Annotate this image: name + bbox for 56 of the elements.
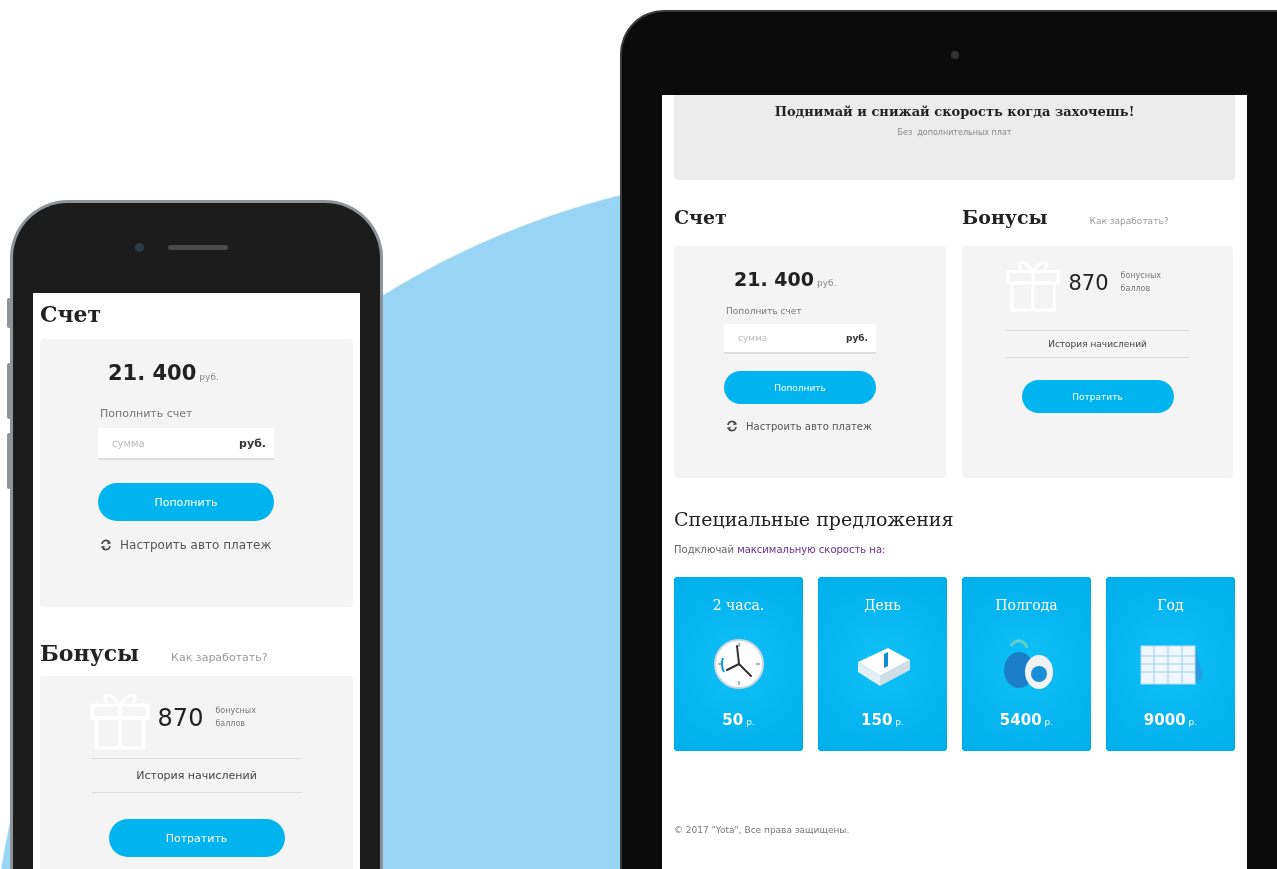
points-label: бонусных баллов [215, 705, 257, 730]
section-heading: Специальные предложения [674, 508, 955, 530]
topup-label: Пополнить счет [100, 407, 194, 420]
balance-amount: 21. 400 [108, 361, 197, 385]
speaker-grille [168, 245, 228, 250]
topup-button[interactable]: Пополнить [98, 483, 274, 521]
amount-input[interactable]: сумма [738, 333, 828, 343]
balance-currency: руб. [816, 278, 837, 288]
camera-icon [951, 51, 959, 59]
offer-price: 5400 [999, 711, 1042, 729]
price-currency: р. [746, 717, 755, 727]
topup-label: Пополнить счет [726, 306, 803, 316]
amount-field[interactable]: сумма руб. [98, 428, 274, 460]
banner-subtitle: Без дополнительных плат [896, 128, 1013, 137]
offer-tile[interactable]: 2 часа. 50 р. [674, 577, 803, 751]
autopay-link[interactable]: Настроить авто платеж [726, 420, 873, 432]
amount-input[interactable]: сумма [112, 437, 202, 449]
offer-title: День [864, 597, 901, 615]
balance-currency: руб. [199, 372, 219, 382]
spend-button[interactable]: Потратить [108, 819, 285, 857]
history-link[interactable]: История начислений [1006, 330, 1189, 358]
offer-title: 2 часа. [712, 597, 765, 615]
section-heading: Бонусы [40, 640, 140, 666]
section-heading: Бонусы [962, 206, 1048, 228]
clock-icon [712, 638, 765, 690]
balance-amount: 21. 400 [734, 268, 814, 290]
section-heading: Счет [40, 301, 103, 327]
offer-title: Полгода [995, 597, 1058, 615]
price-currency: р. [1188, 717, 1198, 727]
price-currency: р. [1044, 717, 1054, 727]
offer-tile[interactable]: Полгода 5400 р. [962, 577, 1091, 751]
price-currency: р. [895, 717, 904, 727]
topup-button[interactable]: Пополнить [724, 371, 876, 404]
offer-price: 9000 [1143, 711, 1186, 729]
spend-button[interactable]: Потратить [1021, 380, 1174, 413]
refresh-icon [100, 539, 112, 551]
camera-icon [135, 243, 144, 252]
offers-intro: Подключай максимальную скорость на: [674, 544, 887, 555]
bonus-points: 870 [1068, 271, 1109, 295]
refresh-icon [726, 420, 738, 432]
help-link[interactable]: Как заработать? [171, 651, 268, 664]
autopay-link[interactable]: Настроить авто платеж [100, 538, 272, 552]
offer-price: 50 [722, 711, 744, 729]
copyright-text: © 2017 "Yota", Все права защищены. [674, 825, 851, 835]
offer-price: 150 [861, 711, 893, 729]
offer-tile[interactable]: День 150 р. [818, 577, 947, 751]
help-link[interactable]: Как заработать? [1089, 216, 1169, 226]
amount-field[interactable]: сумма руб. [724, 324, 876, 354]
speed-link[interactable]: максимальную скорость на: [737, 544, 886, 555]
section-heading: Счет [674, 206, 727, 228]
bonus-points: 870 [157, 704, 204, 732]
banner-title: Поднимай и снижай скорость когда захочешь! [773, 104, 1136, 119]
points-label: бонусных баллов [1120, 270, 1163, 295]
offer-title: Год [1157, 597, 1184, 615]
offer-tile[interactable]: Год 9000 р. [1106, 577, 1235, 751]
history-link[interactable]: История начислений [91, 758, 302, 793]
